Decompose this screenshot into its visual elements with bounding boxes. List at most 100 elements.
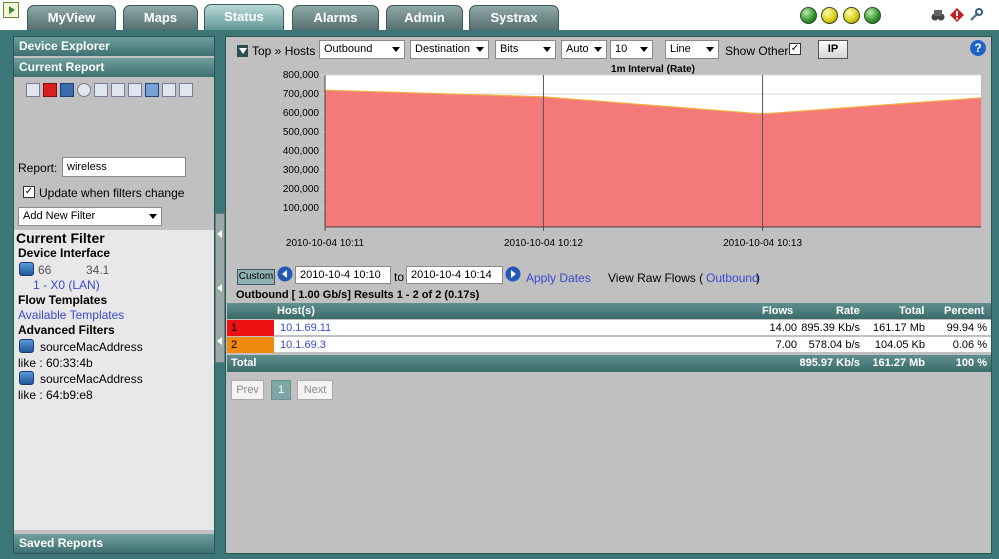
filter-value: like : 64:b9:e8: [18, 388, 93, 402]
collapse-arrow-icon[interactable]: [217, 230, 222, 238]
apply-dates-link[interactable]: Apply Dates: [526, 271, 591, 285]
row-total: 104.05 Kb: [874, 339, 925, 351]
saved-reports-header[interactable]: Saved Reports: [14, 534, 214, 553]
device-icon: [19, 262, 34, 276]
filter-name: sourceMacAddress: [40, 340, 143, 354]
series-area: [325, 90, 981, 227]
print-icon[interactable]: [94, 83, 108, 97]
table-row[interactable]: 2 10.1.69.3 7.00 578.04 b/s 104.05 Kb 0.…: [227, 337, 991, 353]
prev-page-button[interactable]: Prev: [231, 380, 264, 400]
device-address-start: 66: [38, 263, 52, 277]
device-explorer-header[interactable]: Device Explorer: [14, 37, 214, 56]
to-label: to: [394, 270, 405, 284]
total-label: Total: [231, 357, 257, 369]
collapse-arrow-icon[interactable]: [217, 337, 222, 345]
view-raw-flows-label: View Raw Flows (: [608, 271, 704, 285]
filter-name: sourceMacAddress: [40, 372, 143, 386]
filter-value: like : 60:33:4b: [18, 356, 93, 370]
x-tick-label: 2010-10-04 10:11: [286, 238, 365, 249]
col-rate-header[interactable]: Rate: [836, 303, 860, 319]
collapse-arrow-icon[interactable]: [217, 284, 222, 292]
view-raw-flows-close: ): [756, 271, 760, 285]
binoculars-icon[interactable]: [931, 8, 945, 22]
device-interface-label: Device Interface: [18, 246, 111, 260]
update-filters-label: Update when filters change: [39, 186, 185, 200]
previous-range-icon[interactable]: [277, 266, 293, 282]
row-host-link[interactable]: 10.1.69.11: [280, 320, 331, 336]
export-icon[interactable]: [111, 83, 125, 97]
flow-templates-label: Flow Templates: [18, 293, 108, 307]
update-filters-checkbox[interactable]: ✓: [23, 186, 35, 198]
row-flows: 14.00: [769, 322, 797, 334]
save-as-icon[interactable]: [60, 83, 74, 97]
rate-chart: 1m Interval (Rate) 100,000 200,000 300,000 4…: [283, 64, 982, 249]
diamond-alert-icon[interactable]: [950, 8, 964, 22]
to-date-input[interactable]: 2010-10-4 10:14: [406, 266, 503, 284]
total-percent: 100 %: [955, 357, 987, 369]
y-tick-label: 800,000: [283, 70, 320, 81]
row-rank: 1: [231, 322, 238, 334]
rss-feed-icon[interactable]: [145, 83, 159, 97]
row-rank: 2: [231, 339, 238, 351]
current-filter-title: Current Filter: [16, 230, 105, 246]
current-report-header[interactable]: Current Report: [14, 58, 214, 77]
x-tick-label: 2010-10-04 10:13: [723, 238, 802, 249]
current-page-button[interactable]: 1: [271, 380, 291, 400]
y-tick-label: 200,000: [283, 184, 320, 195]
tab-systrax[interactable]: Systrax: [469, 5, 559, 30]
sidebar-splitter[interactable]: [215, 213, 225, 363]
schedule-clock-icon[interactable]: [77, 83, 91, 97]
report-label: Report:: [18, 161, 58, 175]
device-address-end: 34.1: [86, 263, 110, 277]
table-view-icon[interactable]: [128, 83, 142, 97]
from-date-input[interactable]: 2010-10-4 10:10: [295, 266, 391, 284]
tab-alarms[interactable]: Alarms: [292, 5, 379, 30]
y-tick-label: 100,000: [283, 203, 320, 214]
filter-delete-icon[interactable]: [19, 339, 34, 353]
top-nav-bar: MyView Maps Status Alarms Admin Systrax: [0, 0, 999, 31]
row-percent: 0.06 %: [952, 339, 987, 351]
row-host-link[interactable]: 10.1.69.3: [280, 337, 326, 353]
open-report-icon[interactable]: [26, 83, 40, 97]
col-total-header[interactable]: Total: [899, 303, 924, 319]
row-rate: 578.04 b/s: [808, 339, 860, 351]
table-row[interactable]: 1 10.1.69.11 14.00 895.39 Kb/s 161.17 Mb…: [227, 320, 991, 336]
status-light-green-icon[interactable]: [864, 7, 881, 24]
total-total: 161.27 Mb: [872, 357, 925, 369]
report-name-input[interactable]: wireless: [62, 157, 186, 177]
filter-delete-icon[interactable]: [19, 371, 34, 385]
available-templates-link[interactable]: Available Templates: [18, 308, 124, 322]
y-tick-label: 500,000: [283, 127, 320, 138]
save-report-icon[interactable]: [43, 83, 57, 97]
status-light-yellow-icon[interactable]: [843, 7, 860, 24]
y-tick-label: 300,000: [283, 165, 320, 176]
total-row: Total 895.97 Kb/s 161.27 Mb 100 %: [227, 355, 991, 372]
raw-flows-outbound-link[interactable]: Outbound: [706, 271, 759, 285]
results-header-row: Host(s) Flows Rate Total Percent: [227, 303, 991, 319]
copy-report-icon[interactable]: [179, 83, 193, 97]
app-launch-icon[interactable]: [3, 2, 19, 18]
device-interface-link[interactable]: 1 - X0 (LAN): [33, 278, 100, 292]
col-percent-header[interactable]: Percent: [944, 303, 984, 319]
tab-myview[interactable]: MyView: [27, 5, 116, 30]
col-flows-header[interactable]: Flows: [762, 303, 793, 319]
tab-maps[interactable]: Maps: [123, 5, 198, 30]
status-light-yellow-icon[interactable]: [821, 7, 838, 24]
next-range-icon[interactable]: [505, 266, 521, 282]
add-new-filter-select[interactable]: Add New Filter: [18, 207, 162, 226]
next-page-button[interactable]: Next: [297, 380, 333, 400]
y-tick-label: 400,000: [283, 146, 320, 157]
x-tick-label: 2010-10-04 10:12: [504, 238, 583, 249]
tab-admin[interactable]: Admin: [386, 5, 463, 30]
email-report-icon[interactable]: [162, 83, 176, 97]
tools-icon[interactable]: [969, 8, 983, 22]
col-host-header[interactable]: Host(s): [277, 303, 315, 319]
status-light-green-icon[interactable]: [800, 7, 817, 24]
chevron-down-icon: [149, 214, 157, 219]
y-tick-label: 600,000: [283, 108, 320, 119]
tab-status[interactable]: Status: [204, 4, 284, 31]
custom-range-button[interactable]: Custom: [237, 269, 275, 285]
y-tick-label: 700,000: [283, 89, 320, 100]
row-rate: 895.39 Kb/s: [801, 322, 860, 334]
chart-title: 1m Interval (Rate): [611, 64, 695, 75]
